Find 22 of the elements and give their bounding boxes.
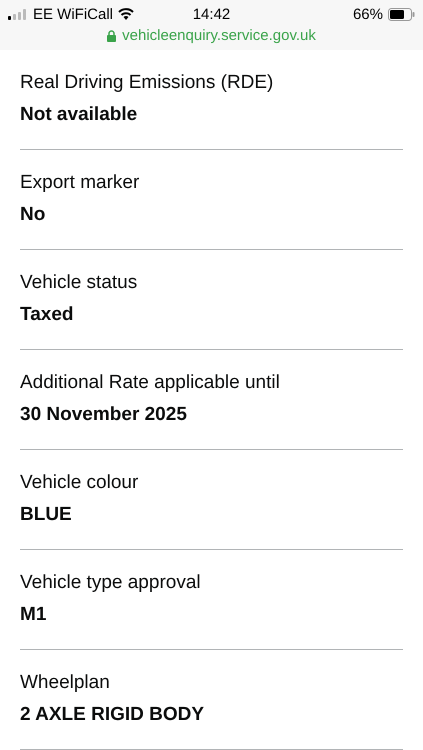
detail-value: BLUE (20, 503, 73, 527)
detail-label: Wheelplan (20, 671, 111, 695)
url-text[interactable]: vehicleenquiry.service.gov.uk (122, 27, 316, 44)
detail-label: Vehicle type approval (20, 571, 202, 595)
battery-icon (388, 8, 415, 20)
detail-label: Export marker (20, 171, 140, 195)
detail-label: Vehicle colour (20, 471, 140, 495)
carrier-name: EE WiFiCall (33, 6, 114, 22)
detail-value: Taxed (20, 303, 75, 327)
lock-icon (107, 30, 116, 42)
detail-label: Real Driving Emissions (RDE) (20, 71, 274, 95)
detail-value: M1 (20, 603, 48, 627)
detail-value: No (20, 203, 46, 227)
detail-label: Vehicle status (20, 271, 138, 295)
detail-label: Additional Rate applicable until (20, 371, 281, 395)
detail-value: 30 November 2025 (20, 403, 188, 427)
clock-time: 14:42 (192, 6, 230, 22)
detail-value: Not available (20, 103, 138, 127)
detail-value: 2 AXLE RIGID BODY (20, 703, 206, 727)
signal-icon (8, 8, 28, 20)
wifi-icon (118, 8, 134, 20)
battery-percentage: 66% (352, 6, 383, 22)
